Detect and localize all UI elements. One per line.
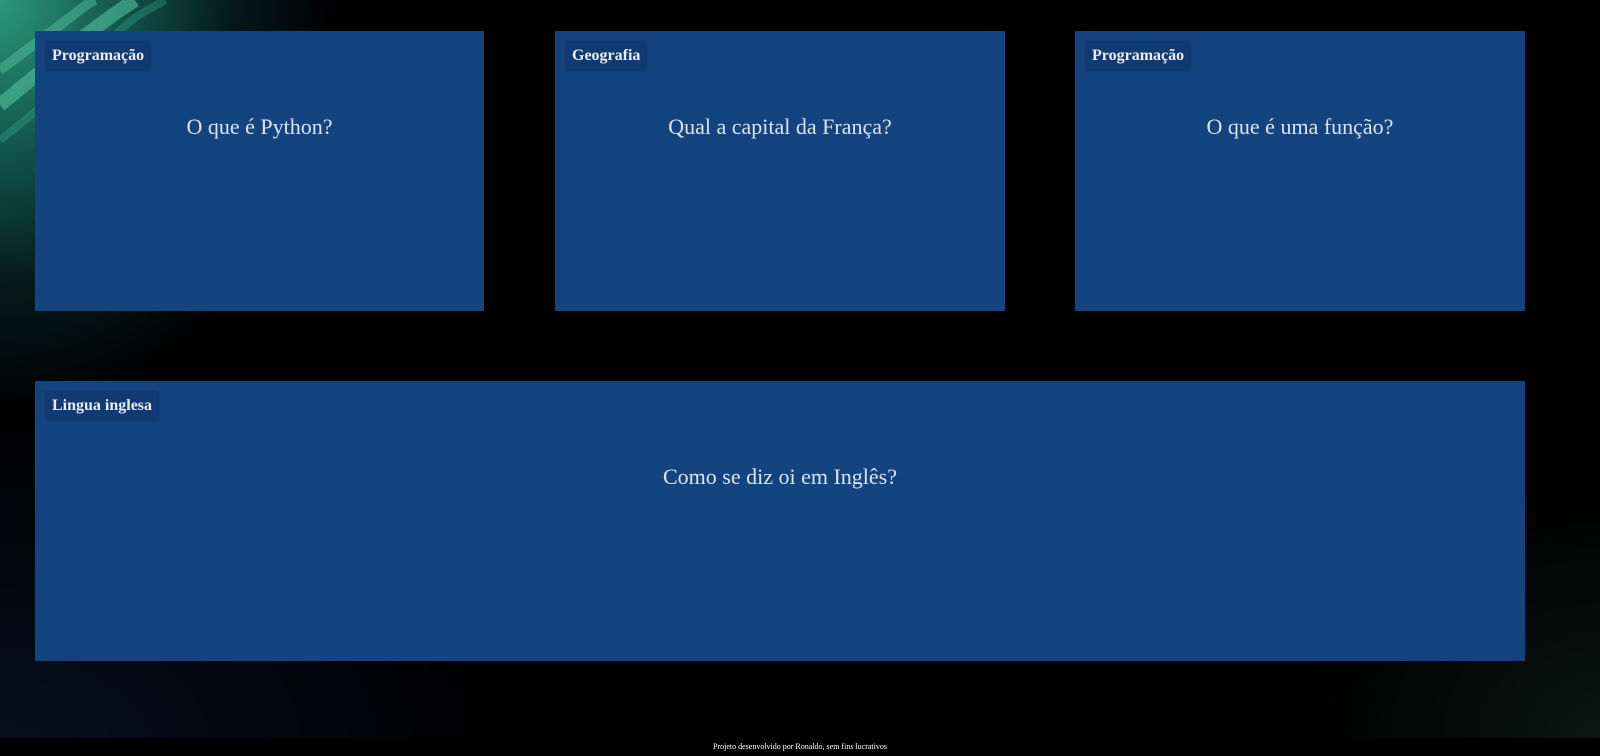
flashcard[interactable]: Programação O que é Python?	[35, 31, 484, 311]
category-tag: Programação	[44, 40, 153, 72]
page-background: Programação O que é Python? Geografia Qu…	[0, 0, 1600, 738]
flashcard-question: Como se diz oi em Inglês?	[662, 464, 897, 489]
flashcard-question: O que é Python?	[186, 114, 333, 139]
flashcard[interactable]: Lingua inglesa Como se diz oi em Inglês?	[35, 381, 1525, 661]
category-tag: Lingua inglesa	[44, 390, 161, 422]
category-tag: Geografia	[564, 40, 649, 72]
flashcard[interactable]: Geografia Qual a capital da França?	[555, 31, 1005, 311]
flashcard-question: Qual a capital da França?	[668, 114, 892, 139]
category-tag: Programação	[1084, 40, 1193, 72]
flashcard-question: O que é uma função?	[1206, 114, 1394, 139]
footer-credit: Projeto desenvolvido por Ronaldo, sem fi…	[0, 738, 1600, 756]
flashcard[interactable]: Programação O que é uma função?	[1075, 31, 1525, 311]
